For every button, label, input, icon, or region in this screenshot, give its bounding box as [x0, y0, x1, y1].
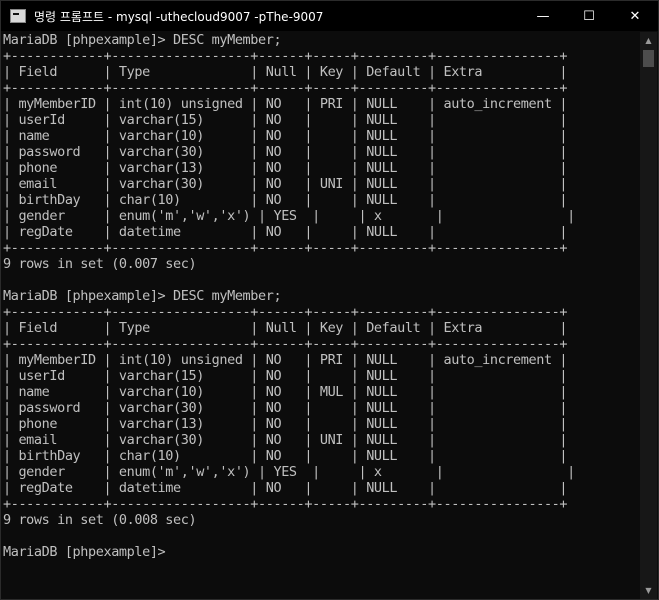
scroll-down-icon: ▼ [645, 586, 652, 595]
terminal-line: | regDate | datetime | NO | | NULL | | [3, 224, 568, 240]
terminal-line: | gender | enum('m','w','x') | YES | | x… [3, 464, 575, 480]
command-prompt-window: 명령 프롬프트 - mysql -uthecloud9007 -pThe-900… [0, 0, 659, 600]
vertical-scrollbar[interactable]: ▲ ▼ [640, 32, 657, 599]
terminal-line: | myMemberID | int(10) unsigned | NO | P… [3, 96, 568, 112]
terminal-line: | myMemberID | int(10) unsigned | NO | P… [3, 352, 568, 368]
window-controls: — ☐ ✕ [520, 1, 658, 31]
close-button[interactable]: ✕ [612, 1, 658, 31]
terminal-line: | password | varchar(30) | NO | | NULL |… [3, 144, 568, 160]
terminal-line: | userId | varchar(15) | NO | | NULL | | [3, 368, 568, 384]
terminal-line: +------------+------------------+------+… [3, 496, 568, 512]
minimize-icon: — [536, 8, 550, 24]
scrollbar-thumb[interactable] [643, 50, 654, 67]
terminal-line: +------------+------------------+------+… [3, 48, 568, 64]
maximize-icon: ☐ [583, 8, 595, 24]
terminal-line: +------------+------------------+------+… [3, 336, 568, 352]
terminal-line: | email | varchar(30) | NO | UNI | NULL … [3, 176, 568, 192]
scroll-down-button[interactable]: ▼ [640, 582, 657, 599]
terminal-line: MariaDB [phpexample]> DESC myMember; [3, 32, 282, 48]
terminal-line: | birthDay | char(10) | NO | | NULL | | [3, 448, 568, 464]
terminal-line: +------------+------------------+------+… [3, 240, 568, 256]
terminal-line: | birthDay | char(10) | NO | | NULL | | [3, 192, 568, 208]
terminal-line: MariaDB [phpexample]> [3, 544, 166, 560]
terminal-line: 9 rows in set (0.007 sec) [3, 256, 197, 272]
terminal-line: | Field | Type | Null | Key | Default | … [3, 64, 568, 80]
terminal-area[interactable]: MariaDB [phpexample]> DESC myMember; +---… [3, 32, 639, 598]
terminal-line: | gender | enum('m','w','x') | YES | | x… [3, 208, 575, 224]
window-title: 명령 프롬프트 - mysql -uthecloud9007 -pThe-900… [34, 9, 324, 24]
terminal-output[interactable]: MariaDB [phpexample]> DESC myMember; +---… [3, 32, 639, 560]
minimize-button[interactable]: — [520, 1, 566, 31]
terminal-line: | regDate | datetime | NO | | NULL | | [3, 480, 568, 496]
terminal-line: MariaDB [phpexample]> DESC myMember; [3, 288, 282, 304]
scroll-up-button[interactable]: ▲ [640, 32, 657, 49]
close-icon: ✕ [629, 8, 641, 24]
cmd-icon[interactable] [10, 9, 26, 23]
terminal-line: | Field | Type | Null | Key | Default | … [3, 320, 568, 336]
terminal-line: +------------+------------------+------+… [3, 80, 568, 96]
scroll-up-icon: ▲ [645, 36, 652, 45]
terminal-line: | userId | varchar(15) | NO | | NULL | | [3, 112, 568, 128]
terminal-line: +------------+------------------+------+… [3, 304, 568, 320]
terminal-line: | name | varchar(10) | NO | | NULL | | [3, 128, 568, 144]
terminal-line: 9 rows in set (0.008 sec) [3, 512, 197, 528]
terminal-line: | phone | varchar(13) | NO | | NULL | | [3, 416, 568, 432]
terminal-line: | password | varchar(30) | NO | | NULL |… [3, 400, 568, 416]
terminal-line: | email | varchar(30) | NO | UNI | NULL … [3, 432, 568, 448]
terminal-line: | name | varchar(10) | NO | MUL | NULL |… [3, 384, 568, 400]
terminal-line: | phone | varchar(13) | NO | | NULL | | [3, 160, 568, 176]
title-bar[interactable]: 명령 프롬프트 - mysql -uthecloud9007 -pThe-900… [1, 1, 658, 31]
maximize-button[interactable]: ☐ [566, 1, 612, 31]
